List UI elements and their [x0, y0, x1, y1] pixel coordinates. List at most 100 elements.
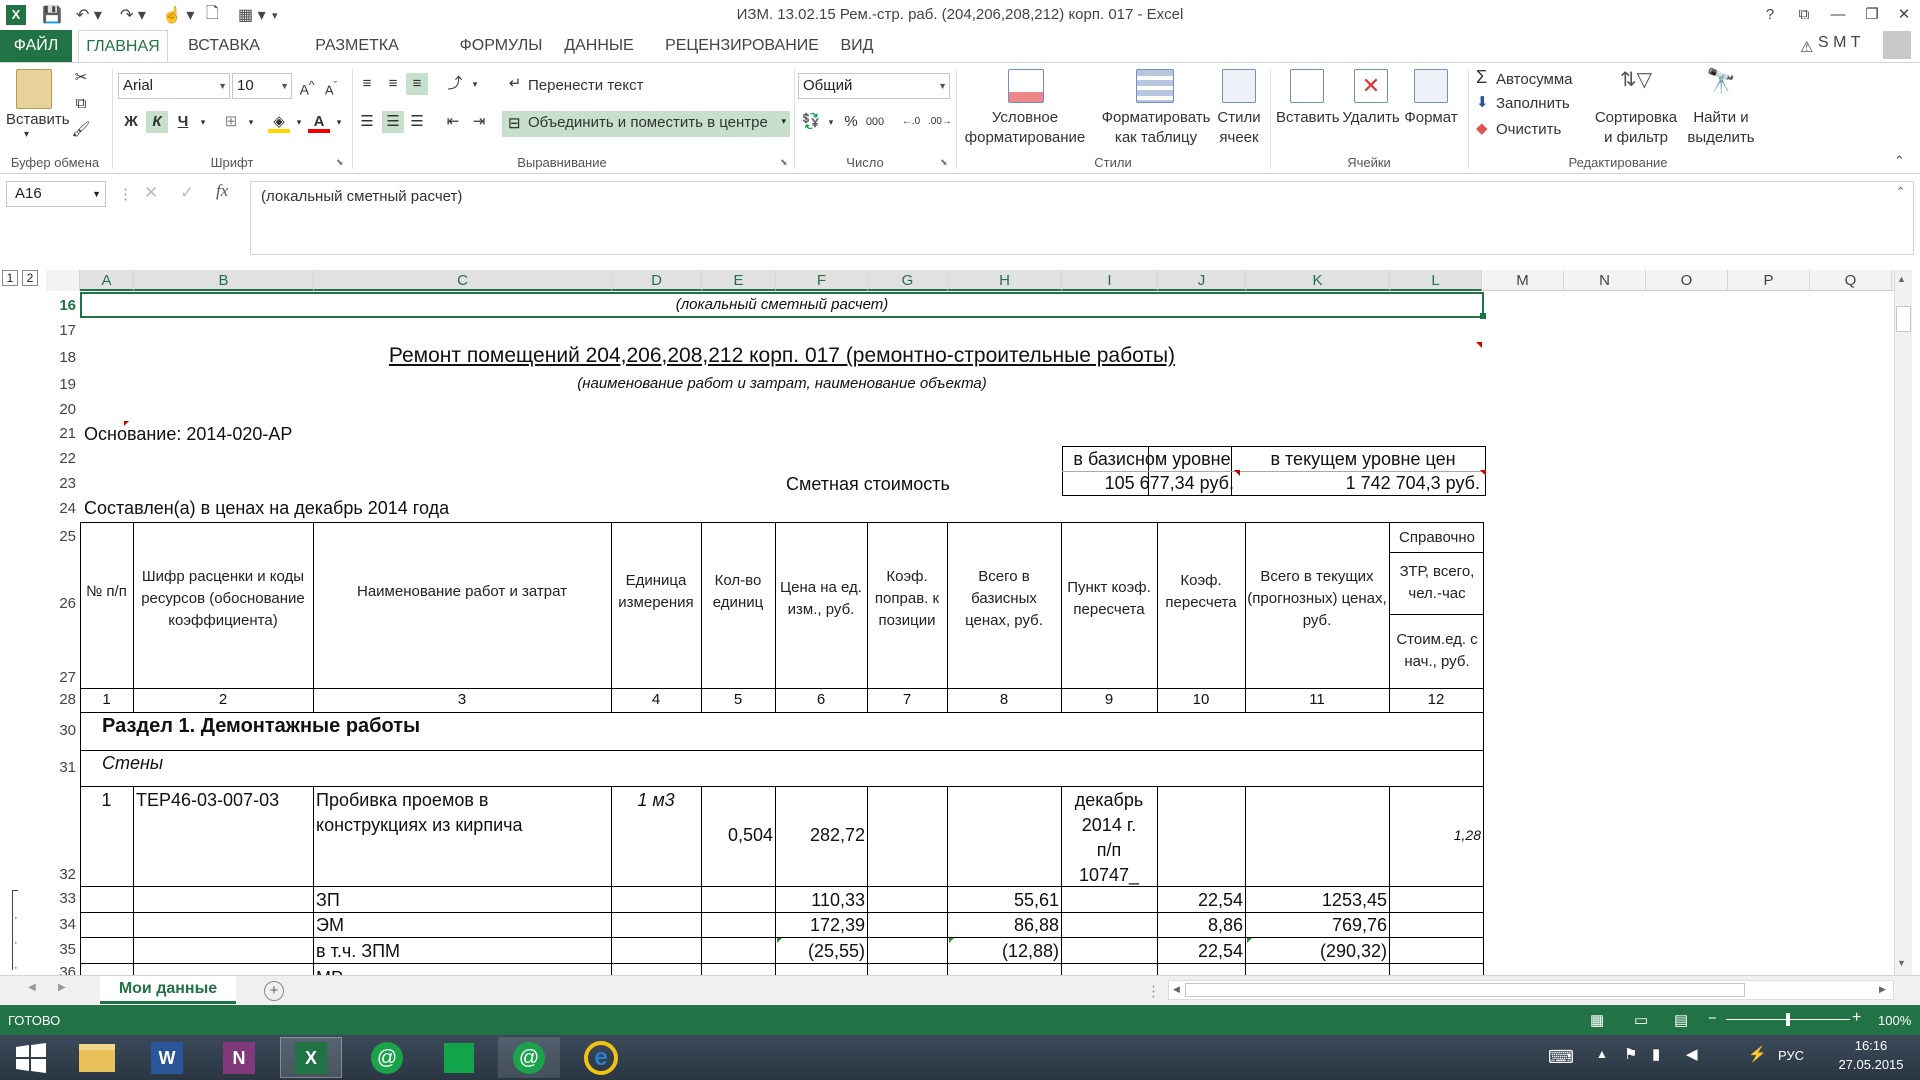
outline-level-1-button[interactable]: 1 — [2, 270, 18, 286]
row-header[interactable]: 26 — [46, 552, 80, 656]
shrink-font-icon[interactable]: Aˇ — [320, 75, 342, 97]
cancel-icon[interactable]: ✕ — [144, 183, 158, 203]
accounting-format-icon[interactable]: 💱 — [800, 111, 822, 133]
formula-input[interactable]: (локальный сметный расчет) — [250, 181, 1914, 255]
font-color-dropdown-icon[interactable]: ▾ — [328, 111, 350, 133]
name-box[interactable]: A16 ▼ — [6, 181, 106, 207]
merge-center-button[interactable]: ⊟ Объединить и поместить в центре ▾ — [502, 111, 790, 137]
row-header[interactable]: 30 — [46, 712, 80, 750]
align-bottom-icon[interactable]: ≡ — [406, 73, 428, 95]
keyboard-icon[interactable]: ⌨ — [1548, 1047, 1574, 1068]
conditional-formatting-button[interactable]: Условное — [960, 109, 1090, 126]
vertical-scrollbar[interactable]: ▲ ▼ — [1894, 270, 1912, 975]
row-header[interactable]: 33 — [46, 886, 80, 912]
vertical-scroll-thumb[interactable] — [1896, 306, 1911, 332]
row-header[interactable]: 28 — [46, 688, 80, 712]
tab-view[interactable]: ВИД — [830, 30, 884, 62]
fill-button[interactable]: Заполнить — [1496, 95, 1570, 112]
row-header[interactable]: 31 — [46, 750, 80, 786]
tab-page-layout[interactable]: РАЗМЕТКА СТРАНИЦЫ — [272, 30, 442, 86]
file-explorer-icon[interactable] — [66, 1037, 128, 1078]
scroll-down-icon[interactable]: ▼ — [1897, 958, 1906, 968]
column-header-f[interactable]: F — [776, 270, 868, 291]
decrease-decimal-icon[interactable]: .00→ — [928, 111, 952, 133]
tab-review[interactable]: РЕЦЕНЗИРОВАНИЕ — [652, 30, 832, 62]
power-icon[interactable]: ⚡ — [1748, 1045, 1767, 1063]
wrap-text-button[interactable]: Перенести текст — [528, 77, 644, 94]
orientation-dropdown-icon[interactable]: ▾ — [464, 73, 486, 95]
collapse-ribbon-icon[interactable]: ⌃ — [1894, 153, 1905, 169]
scroll-up-icon[interactable]: ▲ — [1897, 274, 1906, 284]
worksheet[interactable]: (локальный сметный расчет) Ремонт помеще… — [80, 291, 1910, 975]
bold-button[interactable]: Ж — [120, 111, 142, 133]
column-header-q[interactable]: Q — [1810, 270, 1892, 291]
thousands-button[interactable]: 000 — [864, 111, 886, 133]
copy-icon[interactable]: ⧉ — [70, 93, 92, 115]
underline-dropdown-icon[interactable]: ▾ — [192, 111, 214, 133]
help-button[interactable]: ? — [1754, 2, 1786, 28]
volume-icon[interactable]: ◀ — [1686, 1045, 1698, 1063]
action-center-icon[interactable]: ⚑ — [1624, 1045, 1637, 1063]
delete-cells-button[interactable]: Удалить — [1340, 109, 1402, 126]
format-painter-icon[interactable]: 🖌 — [70, 119, 92, 141]
autosum-button[interactable]: Автосумма — [1496, 71, 1573, 88]
orientation-icon[interactable]: ⤴ — [444, 73, 466, 95]
row-header[interactable]: 23 — [46, 471, 80, 496]
increase-indent-icon[interactable]: ⇥ — [468, 111, 490, 133]
close-button[interactable]: ✕ — [1888, 2, 1920, 28]
zoom-out-icon[interactable]: − — [1708, 1010, 1717, 1027]
tab-home[interactable]: ГЛАВНАЯ — [78, 30, 168, 63]
mail-agent-icon[interactable]: @ — [356, 1037, 418, 1078]
align-top-icon[interactable]: ≡ — [356, 73, 378, 95]
horizontal-scrollbar[interactable]: ◀ ▶ — [1168, 980, 1894, 1000]
scroll-left-icon[interactable]: ◀ — [1173, 984, 1180, 995]
page-layout-view-icon[interactable]: ▭ — [1634, 1011, 1648, 1029]
zoom-in-icon[interactable]: + — [1852, 1009, 1861, 1027]
alignment-dialog-launcher-icon[interactable]: ⬊ — [780, 157, 788, 168]
add-sheet-button[interactable]: + — [264, 981, 284, 1001]
format-cells-icon[interactable] — [1414, 69, 1448, 103]
column-header-l[interactable]: L — [1390, 270, 1482, 291]
fill-handle[interactable] — [1480, 313, 1486, 319]
zoom-slider-thumb[interactable] — [1786, 1013, 1790, 1026]
horizontal-scroll-thumb[interactable] — [1185, 983, 1745, 997]
format-as-table-button[interactable]: Форматировать — [1094, 109, 1218, 126]
number-dialog-launcher-icon[interactable]: ⬊ — [940, 157, 948, 168]
accounting-dropdown-icon[interactable]: ▾ — [820, 111, 842, 133]
expand-formula-bar-icon[interactable]: ⌃ — [1896, 185, 1905, 198]
sheet-tab-my-data[interactable]: Мои данные — [100, 976, 236, 1004]
column-header-d[interactable]: D — [612, 270, 702, 291]
wrap-text-icon[interactable]: ↵ — [504, 73, 526, 95]
sort-filter-button[interactable]: Сортировка — [1592, 109, 1680, 126]
word-icon[interactable]: W — [136, 1037, 198, 1078]
row-header[interactable]: 34 — [46, 912, 80, 937]
grow-font-icon[interactable]: A^ — [296, 75, 318, 98]
decrease-indent-icon[interactable]: ⇤ — [442, 111, 464, 133]
increase-decimal-icon[interactable]: ←.0 — [900, 111, 922, 133]
paste-button[interactable]: Вставить — [6, 111, 70, 128]
network-icon[interactable]: ▮ — [1652, 1045, 1660, 1063]
align-middle-icon[interactable]: ≡ — [382, 73, 404, 95]
excel-taskbar-icon[interactable]: X — [280, 1037, 342, 1078]
paste-icon[interactable] — [16, 69, 52, 109]
tab-split-grip-icon[interactable]: ⋮ — [1146, 982, 1161, 1000]
column-header-p[interactable]: P — [1728, 270, 1810, 291]
column-header-k[interactable]: K — [1246, 270, 1390, 291]
column-header-e[interactable]: E — [702, 270, 776, 291]
find-select-button[interactable]: Найти и — [1682, 109, 1760, 126]
row-header[interactable]: 20 — [46, 398, 80, 422]
store-icon[interactable] — [428, 1037, 490, 1078]
clear-icon[interactable]: ◆ — [1476, 119, 1488, 137]
format-as-table-icon[interactable] — [1136, 69, 1174, 103]
cell-styles-icon[interactable] — [1222, 69, 1256, 103]
enter-icon[interactable]: ✓ — [180, 183, 194, 203]
autosum-icon[interactable]: Σ — [1476, 67, 1487, 88]
find-select-icon[interactable]: 🔭 — [1702, 67, 1740, 103]
row-header[interactable]: 35 — [46, 937, 80, 963]
row-header[interactable]: 36 — [46, 963, 80, 975]
tray-expand-icon[interactable]: ▲ — [1596, 1047, 1608, 1061]
column-header-a[interactable]: A — [80, 270, 134, 291]
row-header[interactable]: 17 — [46, 318, 80, 344]
font-dialog-launcher-icon[interactable]: ⬊ — [336, 157, 344, 168]
sort-filter-icon[interactable]: ⇅▽ — [1616, 67, 1656, 103]
